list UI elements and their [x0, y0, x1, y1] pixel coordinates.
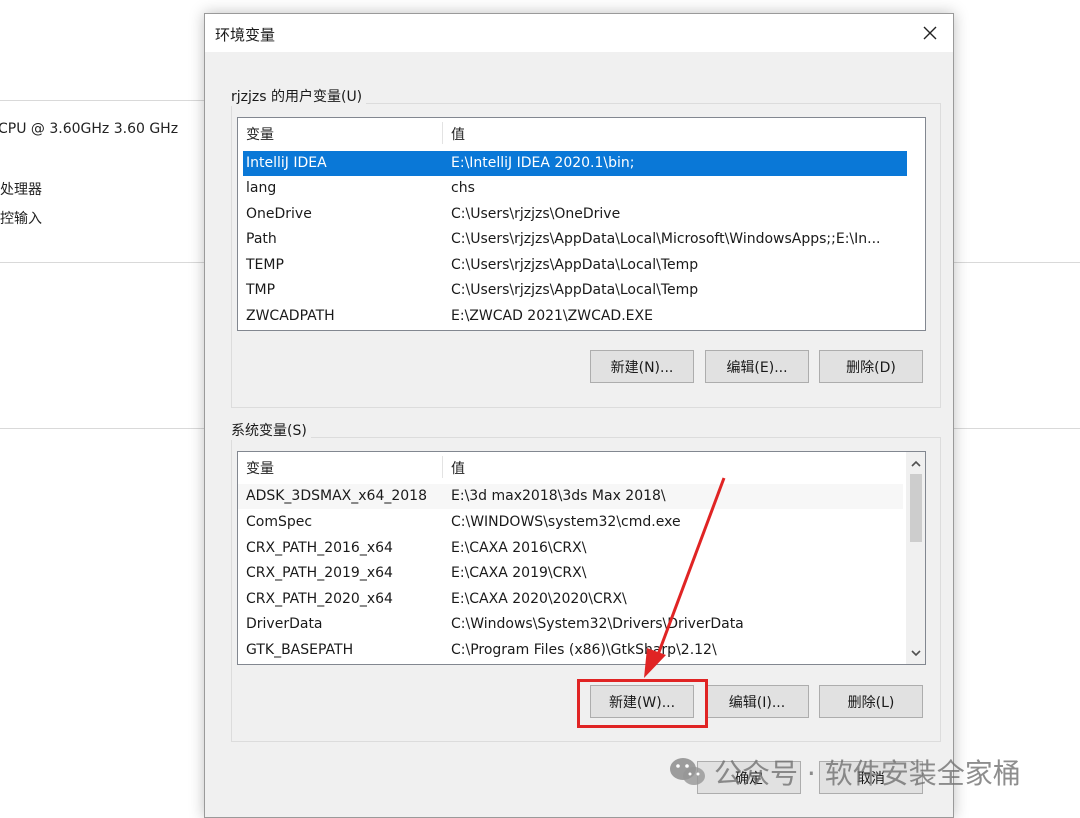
annotation-arrow-icon	[644, 477, 726, 678]
watermark: 公众号 · 软件安装全家桶	[668, 752, 1021, 792]
wechat-icon	[670, 758, 705, 785]
watermark-text: 公众号 · 软件安装全家桶	[714, 757, 1021, 790]
